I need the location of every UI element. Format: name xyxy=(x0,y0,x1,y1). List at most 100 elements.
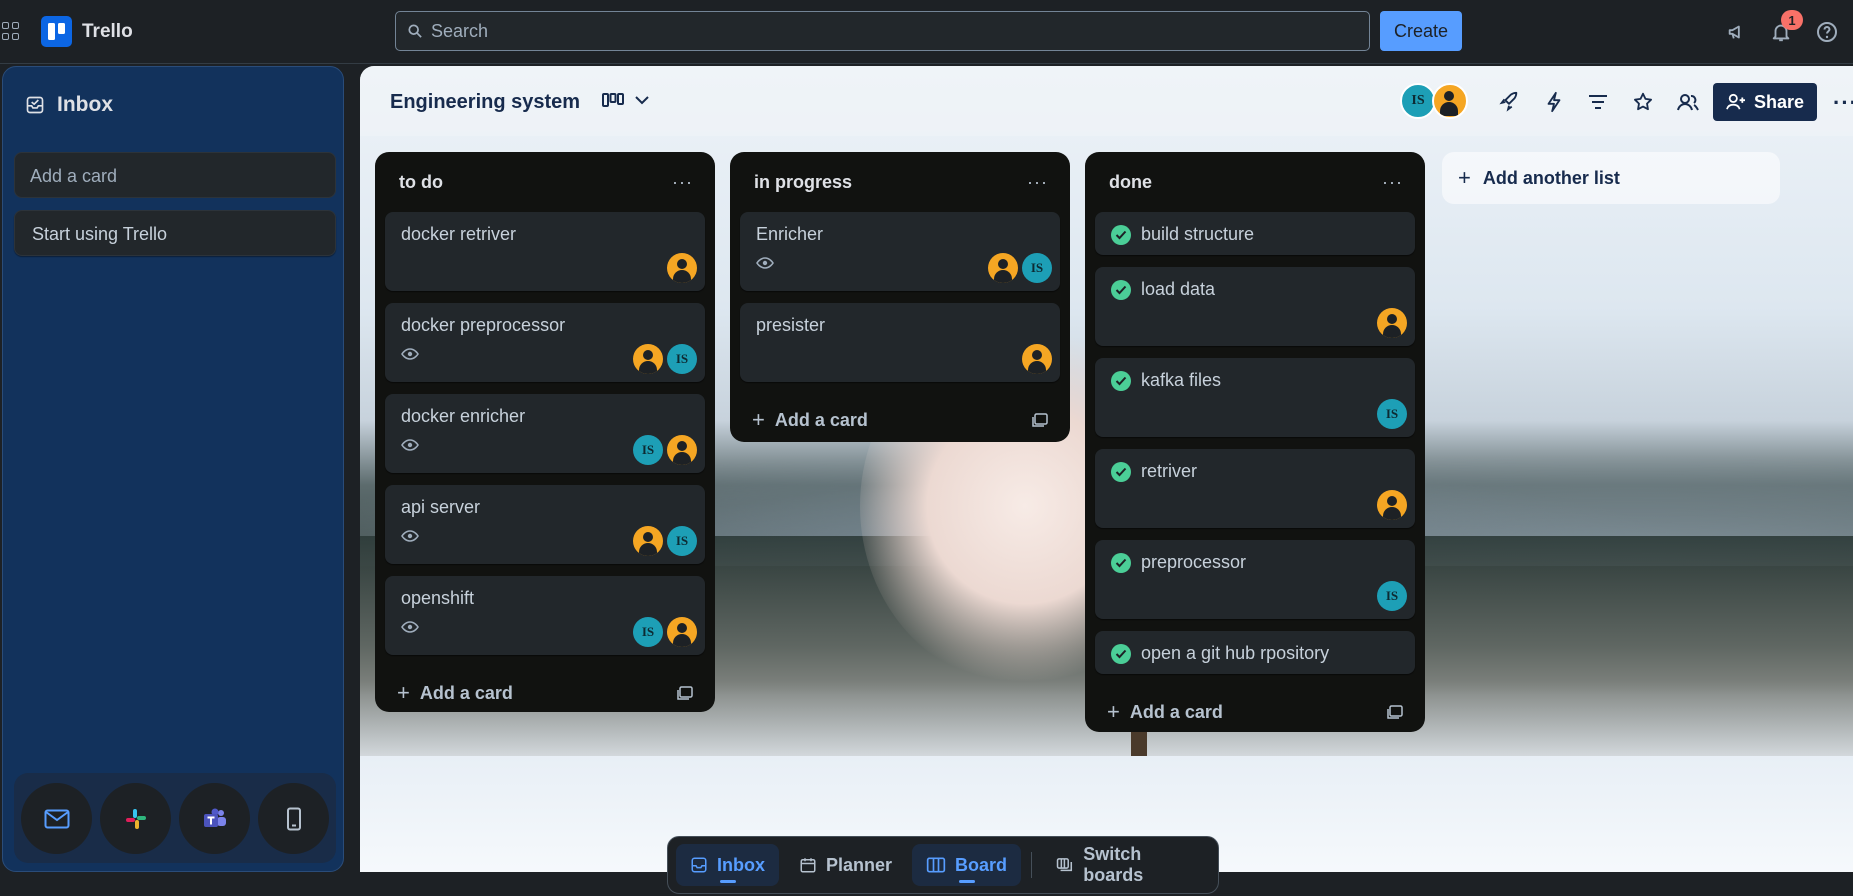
card[interactable]: presister xyxy=(740,303,1060,382)
card[interactable]: kafka files IS xyxy=(1095,358,1415,437)
card[interactable]: open a git hub rpository xyxy=(1095,631,1415,674)
complete-check-icon[interactable] xyxy=(1111,224,1131,245)
avatar-user[interactable] xyxy=(988,253,1018,283)
rocket-icon[interactable] xyxy=(1496,89,1522,115)
plus-icon: + xyxy=(1107,699,1120,724)
complete-check-icon[interactable] xyxy=(1111,461,1131,482)
add-card-label: Add a card xyxy=(1129,701,1223,722)
avatar-is[interactable]: IS xyxy=(633,435,663,465)
plus-icon: + xyxy=(397,680,410,705)
inbox-header: Inbox xyxy=(25,93,113,117)
bottom-navigation: Inbox Planner Board Switch boards xyxy=(667,836,1219,894)
list-to-do: to do ··· docker retriver docker preproc… xyxy=(375,152,715,712)
card-title: open a git hub rpository xyxy=(1141,643,1330,663)
complete-check-icon[interactable] xyxy=(1111,552,1131,573)
add-card-label: Add a card xyxy=(419,682,513,703)
nav-switch-boards[interactable]: Switch boards xyxy=(1042,844,1210,886)
filter-icon[interactable] xyxy=(1585,89,1611,115)
watch-eye-icon xyxy=(401,439,419,451)
nav-inbox[interactable]: Inbox xyxy=(676,844,779,886)
megaphone-icon[interactable] xyxy=(1724,19,1750,45)
teams-icon[interactable] xyxy=(179,783,250,854)
visibility-icon[interactable] xyxy=(1675,89,1701,115)
trello-logo-mark xyxy=(41,16,72,47)
search-box[interactable] xyxy=(395,11,1370,51)
nav-inbox-label: Inbox xyxy=(717,854,765,875)
card[interactable]: retriver xyxy=(1095,449,1415,528)
slack-icon[interactable] xyxy=(100,783,171,854)
list-header: done ··· xyxy=(1095,152,1415,212)
board-menu-icon[interactable]: ··· xyxy=(1833,90,1853,116)
member-avatar-user[interactable] xyxy=(1432,83,1468,119)
list-title[interactable]: done xyxy=(1109,172,1152,193)
avatar-is[interactable]: IS xyxy=(1377,581,1407,611)
complete-check-icon[interactable] xyxy=(1111,370,1131,391)
app-switcher-icon[interactable] xyxy=(2,22,20,40)
card[interactable]: preprocessor IS xyxy=(1095,540,1415,619)
mail-icon[interactable] xyxy=(21,783,92,854)
add-card-button[interactable]: + Add a card xyxy=(1095,686,1415,738)
trello-logo[interactable]: Trello xyxy=(41,16,133,47)
card-template-icon[interactable] xyxy=(1032,413,1048,427)
avatar-user[interactable] xyxy=(633,344,663,374)
card[interactable]: docker retriver xyxy=(385,212,705,291)
card[interactable]: load data xyxy=(1095,267,1415,346)
list-title[interactable]: in progress xyxy=(754,172,852,193)
card[interactable]: api server IS xyxy=(385,485,705,564)
board-members[interactable]: IS xyxy=(1400,83,1468,119)
add-another-list-button[interactable]: + Add another list xyxy=(1442,152,1780,204)
nav-planner[interactable]: Planner xyxy=(785,844,906,886)
list-menu-icon[interactable]: ··· xyxy=(1382,172,1403,193)
list-menu-icon[interactable]: ··· xyxy=(672,172,693,193)
card-title: openshift xyxy=(401,588,475,608)
avatar-is[interactable]: IS xyxy=(667,526,697,556)
card-title: Enricher xyxy=(756,224,824,244)
avatar-is[interactable]: IS xyxy=(1377,399,1407,429)
avatar-user[interactable] xyxy=(1377,490,1407,520)
card[interactable]: docker enricher IS xyxy=(385,394,705,473)
member-avatar-is[interactable]: IS xyxy=(1400,83,1436,119)
list-menu-icon[interactable]: ··· xyxy=(1027,172,1048,193)
share-button[interactable]: Share xyxy=(1713,83,1817,121)
card-title: docker enricher xyxy=(401,406,526,426)
avatar-user[interactable] xyxy=(1022,344,1052,374)
avatar-is[interactable]: IS xyxy=(1022,253,1052,283)
list-header: to do ··· xyxy=(385,152,705,212)
card-title: retriver xyxy=(1141,461,1198,481)
avatar-user[interactable] xyxy=(633,526,663,556)
inbox-icon xyxy=(691,857,707,873)
star-icon[interactable] xyxy=(1630,89,1656,115)
add-list-label: Add another list xyxy=(1482,167,1620,188)
avatar-user[interactable] xyxy=(667,435,697,465)
card[interactable]: docker preprocessor IS xyxy=(385,303,705,382)
board-view-switcher[interactable] xyxy=(602,92,650,108)
card-template-icon[interactable] xyxy=(1387,705,1403,719)
help-icon[interactable] xyxy=(1814,19,1840,45)
search-input[interactable] xyxy=(431,20,1331,42)
avatar-is[interactable]: IS xyxy=(633,617,663,647)
card-template-icon[interactable] xyxy=(677,686,693,700)
avatar-user[interactable] xyxy=(667,617,697,647)
list-title[interactable]: to do xyxy=(399,172,443,193)
avatar-user[interactable] xyxy=(1377,308,1407,338)
board-title[interactable]: Engineering system xyxy=(390,91,580,114)
card[interactable]: Enricher IS xyxy=(740,212,1060,291)
automation-bolt-icon[interactable] xyxy=(1541,89,1567,115)
add-card-button[interactable]: + Add a card xyxy=(740,394,1060,446)
watch-eye-icon xyxy=(401,348,419,360)
create-button[interactable]: Create xyxy=(1380,11,1462,51)
inbox-card[interactable]: Start using Trello xyxy=(14,210,336,256)
inbox-title: Inbox xyxy=(57,93,113,116)
complete-check-icon[interactable] xyxy=(1111,279,1131,300)
complete-check-icon[interactable] xyxy=(1111,643,1131,664)
inbox-add-card-input[interactable]: Add a card xyxy=(14,152,336,198)
avatar-is[interactable]: IS xyxy=(667,344,697,374)
mobile-icon[interactable] xyxy=(258,783,329,854)
top-bar: Trello Create 1 xyxy=(0,0,1853,64)
board-header: Engineering system IS Share ··· xyxy=(360,66,1853,136)
avatar-user[interactable] xyxy=(667,253,697,283)
card[interactable]: build structure xyxy=(1095,212,1415,255)
add-card-button[interactable]: + Add a card xyxy=(385,667,705,719)
nav-board[interactable]: Board xyxy=(912,844,1022,886)
card[interactable]: openshift IS xyxy=(385,576,705,655)
